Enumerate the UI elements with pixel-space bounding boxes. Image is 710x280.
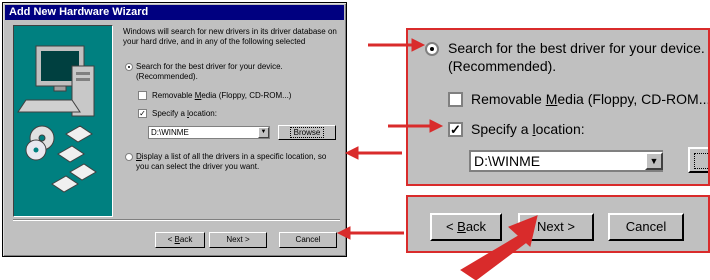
arrow-right-icon: [368, 38, 426, 52]
arrow-diagonal-icon: [460, 215, 538, 280]
arrow-left-icon: [344, 146, 402, 160]
callout-arrows: [336, 38, 538, 280]
arrow-left-icon: [336, 226, 404, 240]
arrow-right-icon: [388, 119, 444, 133]
